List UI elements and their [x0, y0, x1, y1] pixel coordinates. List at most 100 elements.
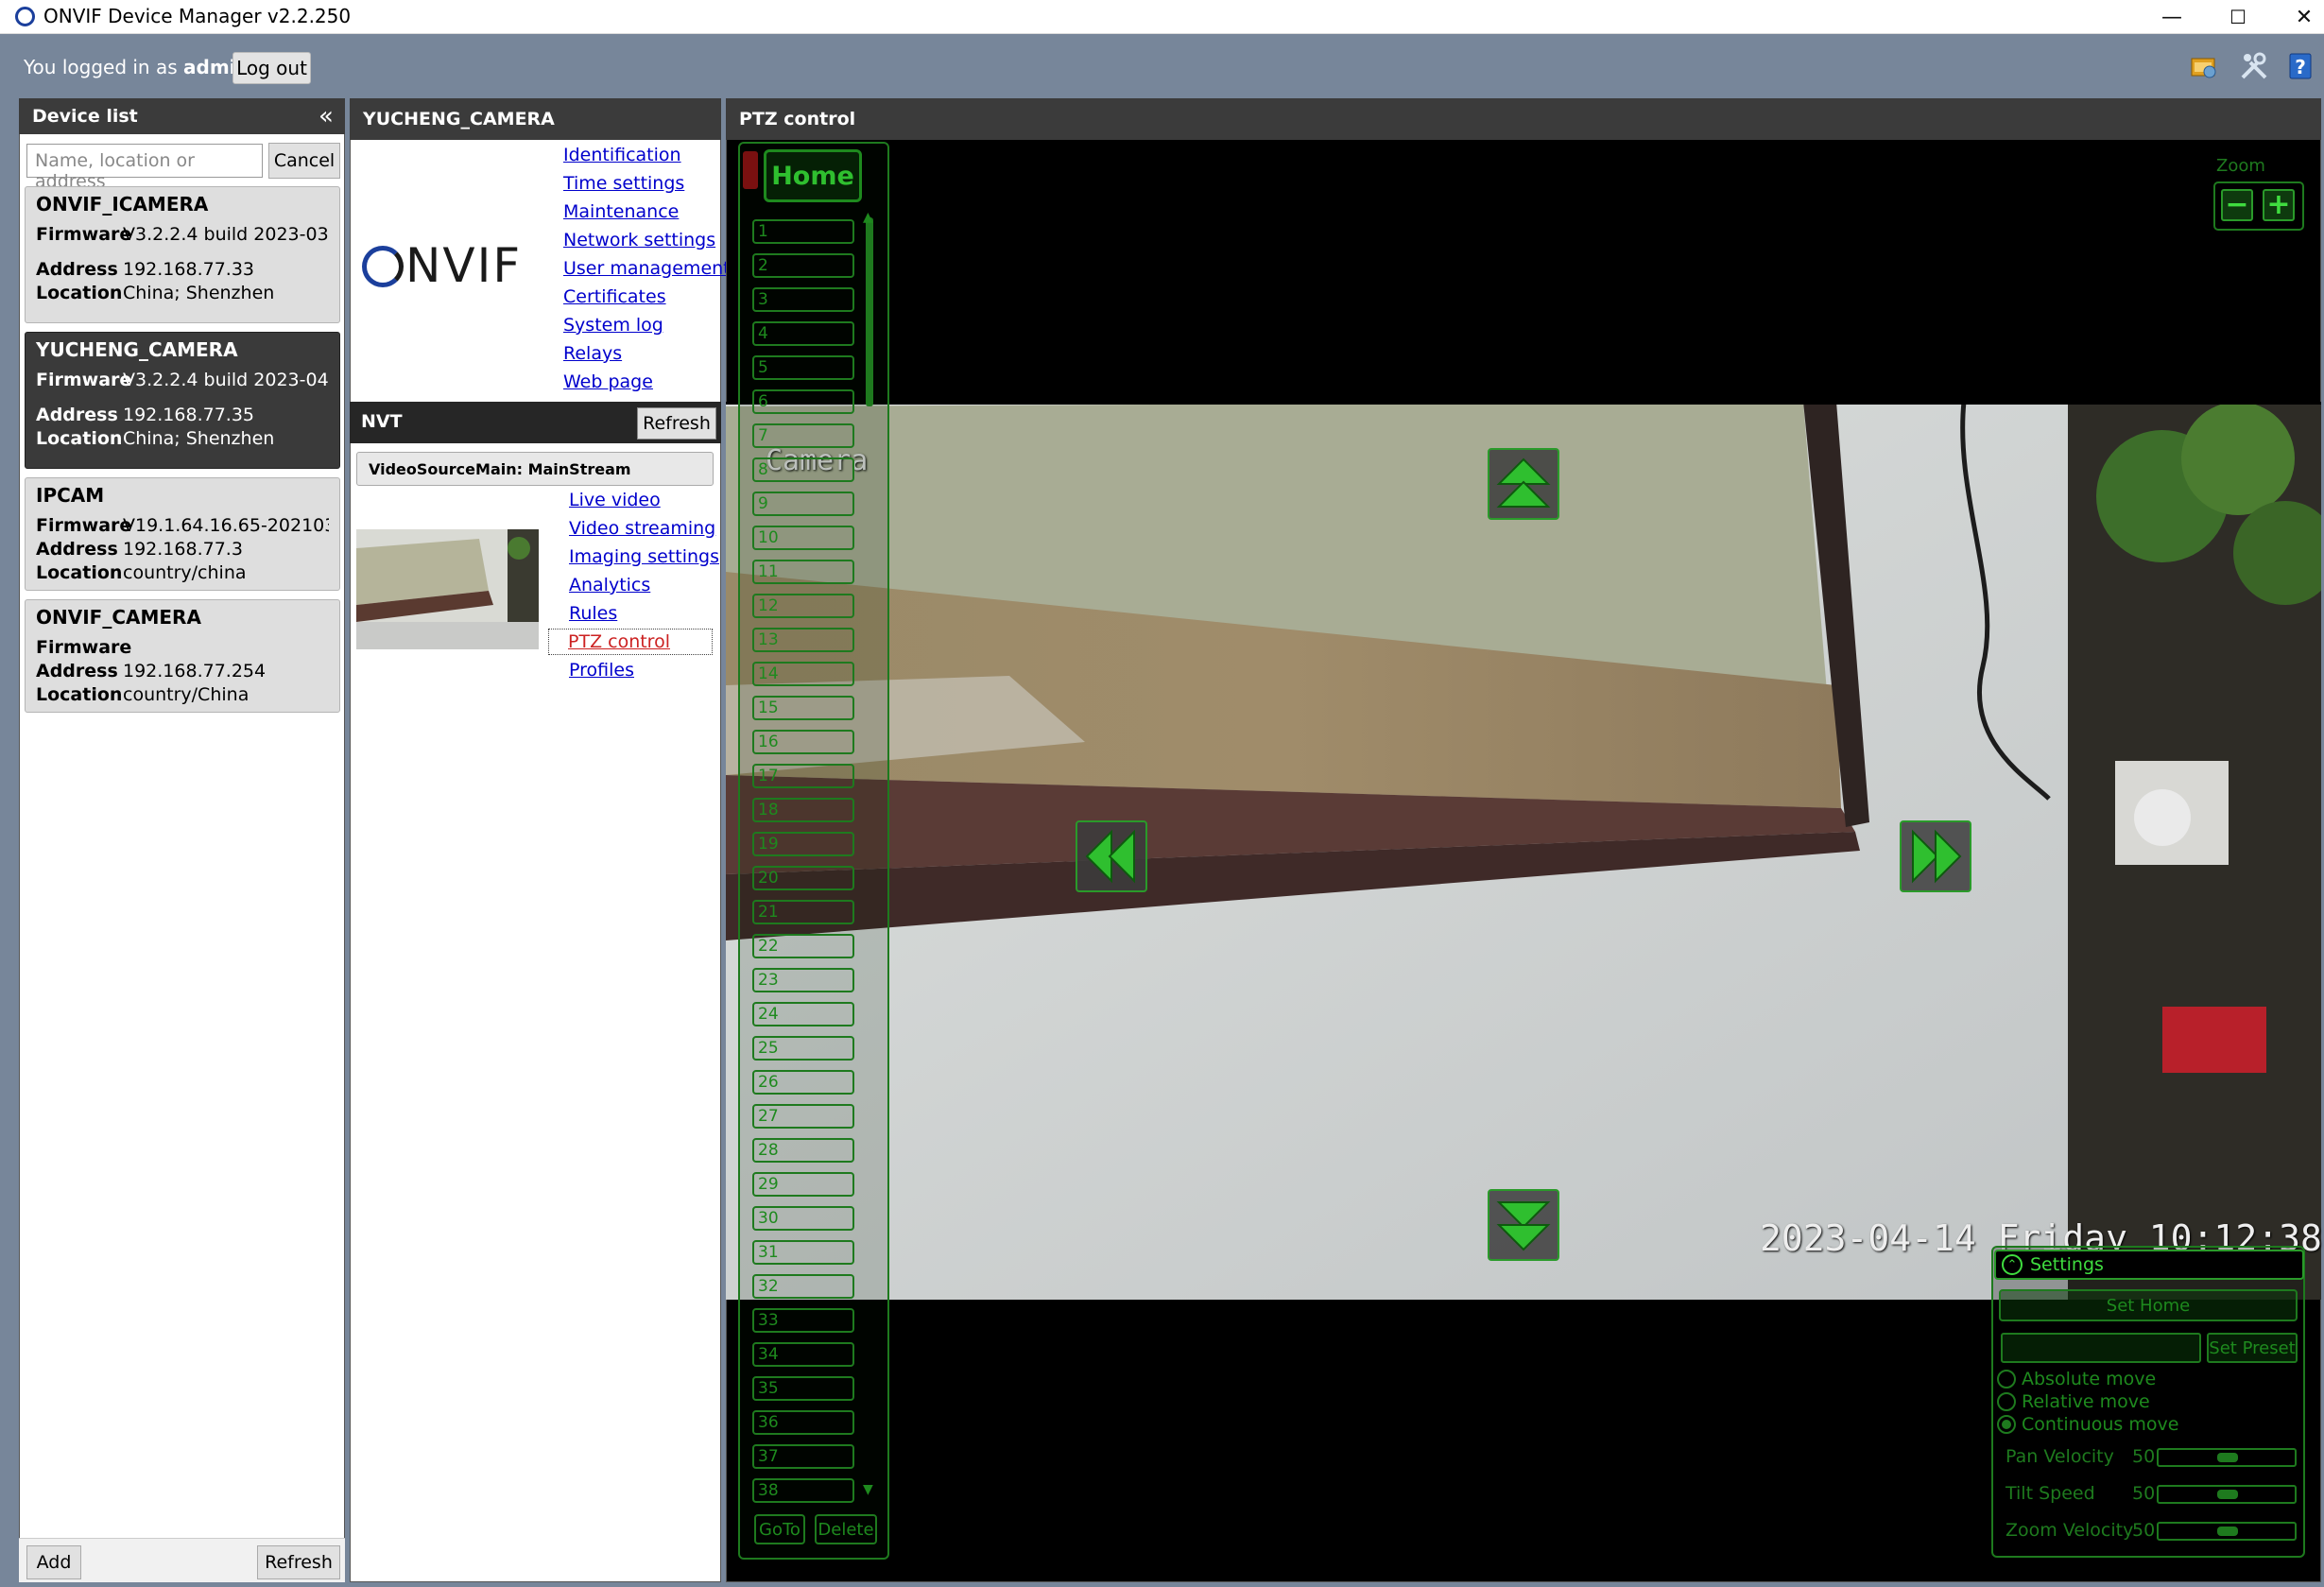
- preset-slot[interactable]: 1: [752, 219, 854, 244]
- preset-slot[interactable]: 14: [752, 662, 854, 686]
- menu-imaging-settings[interactable]: Imaging settings: [569, 546, 719, 567]
- minimize-button[interactable]: —: [2141, 0, 2203, 34]
- debug-icon[interactable]: [2188, 50, 2220, 82]
- live-video-frame[interactable]: [726, 402, 2321, 1300]
- menu-network-settings[interactable]: Network settings: [563, 230, 715, 250]
- preset-slot[interactable]: 28: [752, 1138, 854, 1163]
- radio-label: Absolute move: [2022, 1369, 2157, 1389]
- preset-slot[interactable]: 16: [752, 730, 854, 754]
- preset-slot[interactable]: 4: [752, 321, 854, 346]
- cancel-search-button[interactable]: Cancel: [268, 143, 340, 179]
- preset-slot[interactable]: 10: [752, 526, 854, 550]
- logout-button[interactable]: Log out: [232, 52, 311, 84]
- menu-rules[interactable]: Rules: [569, 603, 617, 624]
- preset-slot[interactable]: 6: [752, 389, 854, 414]
- menu-maintenance[interactable]: Maintenance: [563, 201, 679, 222]
- menu-video-streaming[interactable]: Video streaming: [569, 518, 715, 539]
- preset-slot[interactable]: 19: [752, 832, 854, 856]
- menu-user-management[interactable]: User management: [563, 258, 731, 279]
- preset-slot[interactable]: 21: [752, 900, 854, 924]
- preset-slot[interactable]: 5: [752, 355, 854, 380]
- absolute-move-radio[interactable]: Absolute move: [1997, 1369, 2156, 1389]
- preset-slot[interactable]: 13: [752, 628, 854, 652]
- pan-right-icon[interactable]: [1900, 820, 1971, 892]
- preset-slot[interactable]: 31: [752, 1240, 854, 1265]
- preset-slot[interactable]: 25: [752, 1036, 854, 1061]
- menu-ptz-control[interactable]: PTZ control: [548, 629, 713, 655]
- set-preset-button[interactable]: Set Preset: [2207, 1333, 2298, 1363]
- preset-slot[interactable]: 3: [752, 287, 854, 312]
- tilt-down-icon[interactable]: [1488, 1189, 1559, 1261]
- set-home-button[interactable]: Set Home: [1999, 1289, 2298, 1321]
- menu-web-page[interactable]: Web page: [563, 371, 653, 392]
- device-list-title: Device list: [32, 106, 138, 127]
- preset-name-input[interactable]: [2001, 1333, 2201, 1363]
- video-thumbnail[interactable]: [356, 529, 539, 649]
- tilt-speed-thumb[interactable]: [2217, 1490, 2238, 1499]
- scroll-down-icon[interactable]: ▼: [863, 1482, 873, 1497]
- pan-velocity-thumb[interactable]: [2217, 1453, 2238, 1462]
- preset-slot[interactable]: 36: [752, 1410, 854, 1435]
- video-source-header[interactable]: VideoSourceMain: MainStream: [356, 452, 714, 486]
- preset-slot[interactable]: 29: [752, 1172, 854, 1197]
- preset-slot[interactable]: 9: [752, 492, 854, 516]
- device-search-input[interactable]: Name, location or address: [26, 144, 263, 192]
- menu-analytics[interactable]: Analytics: [569, 575, 650, 595]
- device-card[interactable]: ONVIF_ICAMERA Firmware V3.2.2.4 build 202…: [25, 186, 340, 323]
- preset-slot[interactable]: 8: [752, 457, 854, 482]
- tilt-up-icon[interactable]: [1488, 448, 1559, 520]
- menu-relays[interactable]: Relays: [563, 343, 622, 364]
- tools-icon[interactable]: [2238, 50, 2270, 82]
- menu-time-settings[interactable]: Time settings: [563, 173, 684, 194]
- preset-slot[interactable]: 20: [752, 866, 854, 890]
- goto-preset-button[interactable]: GoTo: [754, 1514, 805, 1544]
- menu-profiles[interactable]: Profiles: [569, 660, 634, 681]
- refresh-devices-button[interactable]: Refresh: [257, 1545, 340, 1579]
- delete-preset-button[interactable]: Delete: [815, 1514, 877, 1544]
- pan-left-icon[interactable]: [1076, 820, 1147, 892]
- ptz-home-button[interactable]: Home: [764, 149, 862, 202]
- preset-slot[interactable]: 15: [752, 696, 854, 720]
- preset-slot[interactable]: 18: [752, 798, 854, 822]
- preset-slot[interactable]: 27: [752, 1104, 854, 1129]
- preset-slot[interactable]: 17: [752, 764, 854, 788]
- zoom-out-button[interactable]: −: [2221, 189, 2253, 221]
- preset-slot[interactable]: 26: [752, 1070, 854, 1095]
- preset-slot[interactable]: 12: [752, 594, 854, 618]
- help-icon[interactable]: ?: [2285, 50, 2317, 82]
- device-card[interactable]: ONVIF_CAMERA Firmware Address 192.168.77.…: [25, 599, 340, 713]
- preset-scrollbar[interactable]: [866, 217, 873, 1489]
- menu-system-log[interactable]: System log: [563, 315, 663, 336]
- settings-toggle[interactable]: ⌃ Settings: [1994, 1250, 2304, 1280]
- relative-move-radio[interactable]: Relative move: [1997, 1391, 2150, 1412]
- preset-slot[interactable]: 38: [752, 1478, 854, 1503]
- menu-identification[interactable]: Identification: [563, 145, 681, 165]
- preset-slot[interactable]: 24: [752, 1002, 854, 1026]
- preset-slot[interactable]: 23: [752, 968, 854, 992]
- preset-slot[interactable]: 34: [752, 1342, 854, 1367]
- maximize-button[interactable]: ☐: [2207, 0, 2269, 34]
- device-card[interactable]: IPCAM FirmwareV19.1.64.16.65-2021030‹ Ad…: [25, 477, 340, 591]
- preset-slot[interactable]: 33: [752, 1308, 854, 1333]
- preset-slot[interactable]: 22: [752, 934, 854, 958]
- preset-slot[interactable]: 2: [752, 253, 854, 278]
- continuous-move-radio[interactable]: Continuous move: [1997, 1414, 2178, 1435]
- zoom-in-button[interactable]: +: [2263, 189, 2295, 221]
- nvt-refresh-button[interactable]: Refresh: [637, 407, 716, 440]
- preset-slot[interactable]: 32: [752, 1274, 854, 1299]
- firmware-label: Firmware: [36, 370, 132, 390]
- scroll-up-icon[interactable]: ▲: [863, 210, 873, 225]
- preset-slot[interactable]: 30: [752, 1206, 854, 1231]
- add-device-button[interactable]: Add: [26, 1545, 81, 1579]
- preset-slot[interactable]: 11: [752, 560, 854, 584]
- menu-certificates[interactable]: Certificates: [563, 286, 666, 307]
- close-button[interactable]: ✕: [2273, 0, 2324, 34]
- collapse-panel-icon[interactable]: «: [312, 98, 340, 134]
- device-card-selected[interactable]: YUCHENG_CAMERA Firmware V3.2.2.4 build 20…: [25, 332, 340, 469]
- menu-live-video[interactable]: Live video: [569, 490, 661, 510]
- preset-slot[interactable]: 7: [752, 423, 854, 448]
- preset-slot[interactable]: 37: [752, 1444, 854, 1469]
- zoom-velocity-thumb[interactable]: [2217, 1527, 2238, 1536]
- preset-scroll-thumb[interactable]: [866, 217, 873, 406]
- preset-slot[interactable]: 35: [752, 1376, 854, 1401]
